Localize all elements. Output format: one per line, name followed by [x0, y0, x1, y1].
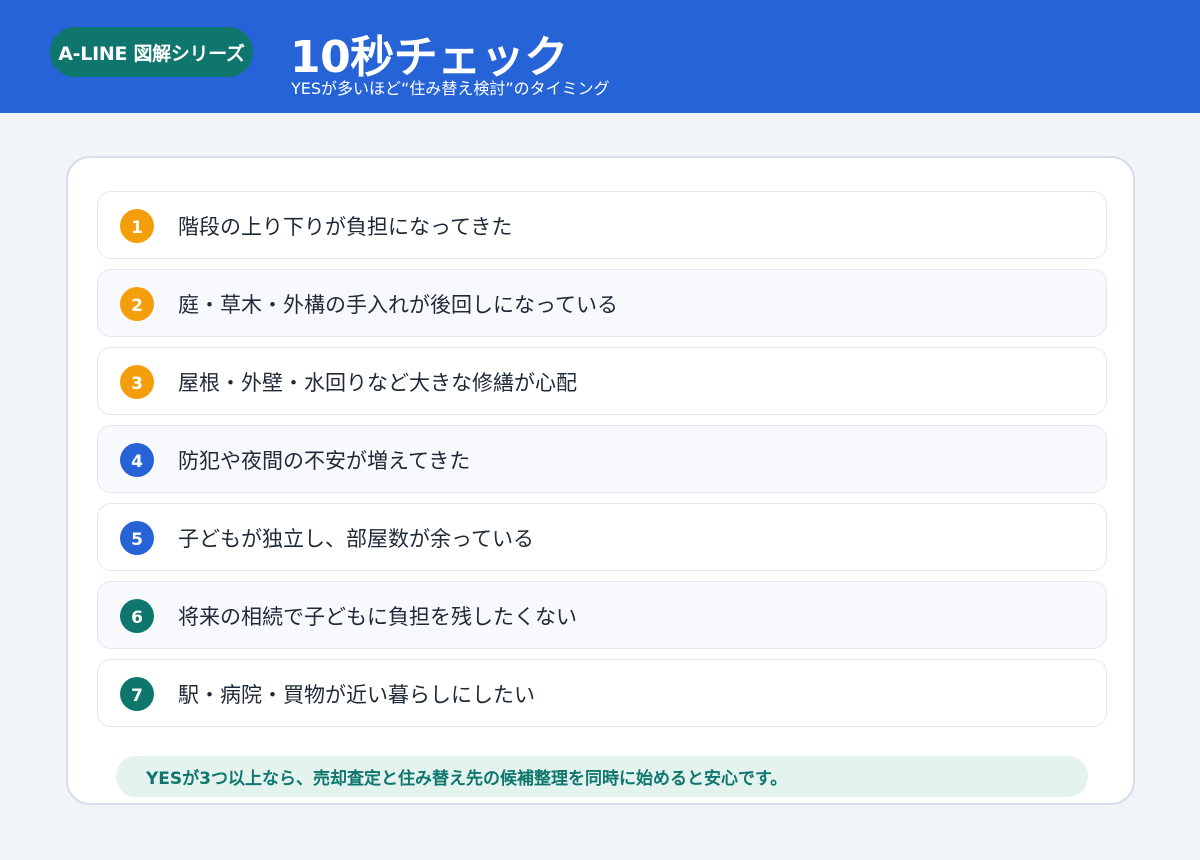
item-number-badge: 7: [120, 677, 154, 711]
page-title: 10秒チェック: [290, 32, 568, 83]
item-text: 子どもが独立し、部屋数が余っている: [178, 527, 534, 551]
header-banner: A-LINE 図解シリーズ 10秒チェック YESが多いほど“住み替え検討”のタ…: [0, 0, 1200, 113]
checklist-item-5: 5 子どもが独立し、部屋数が余っている: [97, 503, 1107, 571]
advice-note: YESが3つ以上なら、売却査定と住み替え先の候補整理を同時に始めると安心です。: [116, 756, 1088, 797]
page-subtitle: YESが多いほど“住み替え検討”のタイミング: [291, 79, 610, 98]
item-number-badge: 1: [120, 209, 154, 243]
item-text: 屋根・外壁・水回りなど大きな修繕が心配: [178, 371, 577, 395]
series-badge: A-LINE 図解シリーズ: [50, 27, 253, 77]
item-number-badge: 6: [120, 599, 154, 633]
checklist-item-7: 7 駅・病院・買物が近い暮らしにしたい: [97, 659, 1107, 727]
item-number-badge: 2: [120, 287, 154, 321]
item-text: 防犯や夜間の不安が増えてきた: [178, 449, 471, 473]
checklist-item-3: 3 屋根・外壁・水回りなど大きな修繕が心配: [97, 347, 1107, 415]
checklist-item-1: 1 階段の上り下りが負担になってきた: [97, 191, 1107, 259]
item-text: 階段の上り下りが負担になってきた: [178, 215, 513, 239]
item-number-badge: 3: [120, 365, 154, 399]
checklist-item-6: 6 将来の相続で子どもに負担を残したくない: [97, 581, 1107, 649]
checklist-item-4: 4 防犯や夜間の不安が増えてきた: [97, 425, 1107, 493]
item-number-badge: 5: [120, 521, 154, 555]
item-text: 庭・草木・外構の手入れが後回しになっている: [178, 293, 618, 317]
item-text: 駅・病院・買物が近い暮らしにしたい: [178, 683, 535, 707]
item-number-badge: 4: [120, 443, 154, 477]
checklist-item-2: 2 庭・草木・外構の手入れが後回しになっている: [97, 269, 1107, 337]
item-text: 将来の相続で子どもに負担を残したくない: [178, 605, 577, 629]
checklist-card: 1 階段の上り下りが負担になってきた 2 庭・草木・外構の手入れが後回しになって…: [66, 156, 1135, 805]
